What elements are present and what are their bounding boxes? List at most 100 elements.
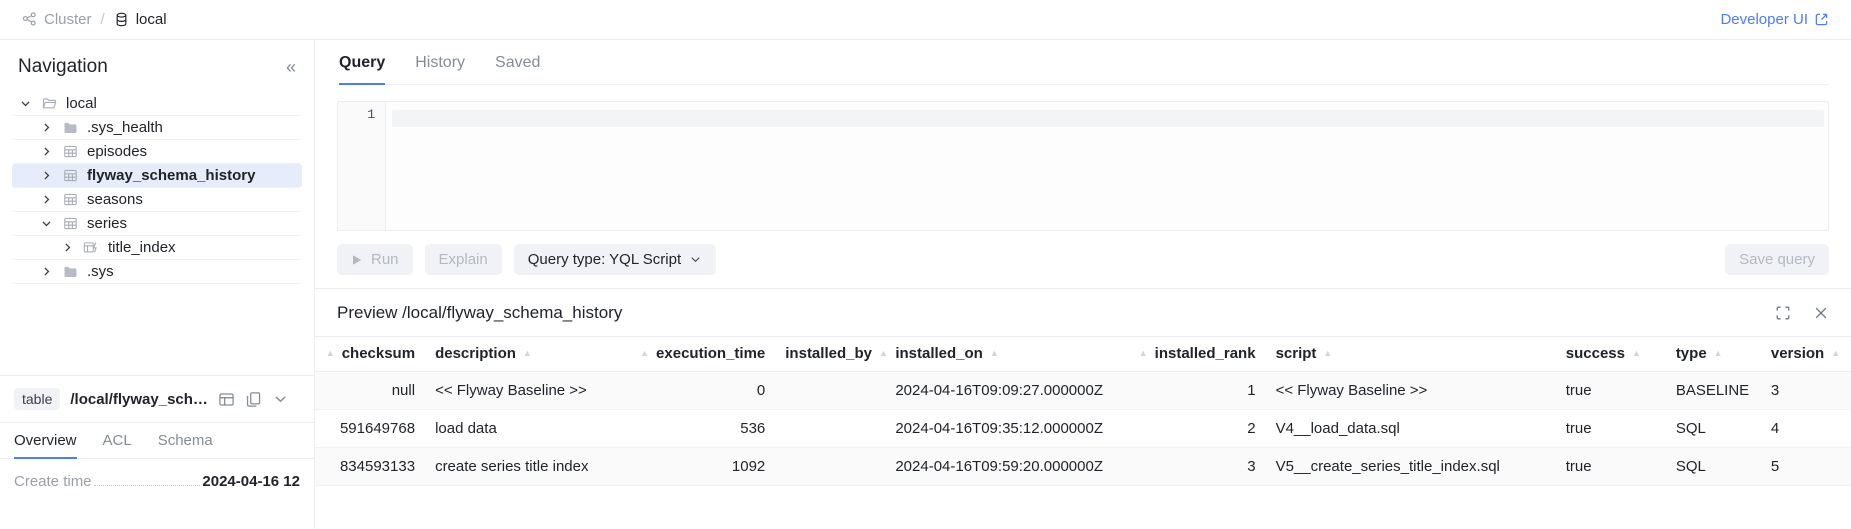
column-header-label: installed_on [895, 345, 983, 362]
chevron-right-icon[interactable] [39, 145, 53, 158]
column-header-execution-time[interactable]: ▲execution_time [615, 337, 775, 372]
table-row[interactable]: 591649768load data5362024-04-16T09:35:12… [315, 410, 1851, 448]
column-header-description[interactable]: description▲ [425, 337, 615, 372]
sort-indicator-icon[interactable]: ▲ [523, 349, 532, 358]
collapse-sidebar-button[interactable]: « [286, 58, 296, 76]
editor-line-number: 1 [367, 107, 375, 122]
column-header-label: script [1276, 345, 1317, 362]
folder-icon [62, 120, 78, 135]
table-row[interactable]: null<< Flyway Baseline >>02024-04-16T09:… [315, 372, 1851, 410]
explain-button[interactable]: Explain [425, 244, 502, 275]
tree-item-seasons[interactable]: seasons [12, 188, 302, 212]
tree-item-label: .sys_health [87, 119, 163, 136]
breadcrumb-item-database[interactable]: local [114, 11, 167, 28]
column-header-label: installed_rank [1155, 345, 1256, 362]
chevron-right-icon[interactable] [39, 121, 53, 134]
column-header-version[interactable]: version ▲ [1761, 337, 1851, 372]
cell-script: V5__create_series_title_index.sql [1266, 448, 1556, 486]
external-link-icon [1814, 12, 1829, 27]
info-field-value: 2024-04-16 12 [202, 473, 300, 490]
cell-success: true [1556, 410, 1666, 448]
navigation-title: Navigation [18, 56, 108, 78]
query-tab-history[interactable]: History [415, 40, 465, 85]
info-field-dots [94, 485, 201, 486]
sort-indicator-icon[interactable]: ▲ [1831, 349, 1840, 358]
query-tab-query[interactable]: Query [339, 40, 385, 85]
chevron-down-icon[interactable] [272, 391, 289, 408]
copy-path-icon[interactable] [245, 391, 262, 408]
column-header-script[interactable]: script ▲ [1266, 337, 1556, 372]
column-header-label: version [1771, 345, 1824, 362]
save-query-button[interactable]: Save query [1725, 244, 1829, 275]
table-row[interactable]: 834593133create series title index109220… [315, 448, 1851, 486]
object-info-body: Create time2024-04-16 12 [0, 459, 314, 529]
sort-indicator-icon[interactable]: ▲ [1323, 349, 1332, 358]
tree-item-label: seasons [87, 191, 143, 208]
tree-item-dot-sys[interactable]: .sys [12, 260, 302, 284]
preview-table-wrap[interactable]: ▲checksumdescription▲▲execution_timeinst… [315, 336, 1851, 529]
run-button[interactable]: Run [337, 244, 413, 275]
chevron-right-icon[interactable] [39, 193, 53, 206]
tree-item-local[interactable]: local [12, 92, 302, 116]
breadcrumb-label-cluster: Cluster [44, 11, 92, 28]
sort-indicator-icon[interactable]: ▲ [1714, 349, 1723, 358]
cell-execution-time: 1092 [615, 448, 775, 486]
breadcrumb-item-cluster[interactable]: Cluster [22, 11, 92, 28]
tree-item-label: flyway_schema_history [87, 167, 255, 184]
preview-header: Preview /local/flyway_schema_history [315, 289, 1851, 336]
developer-ui-label: Developer UI [1720, 11, 1808, 28]
sort-indicator-icon[interactable]: ▲ [1139, 349, 1148, 358]
object-info-header: table /local/flyway_sch… [0, 376, 314, 423]
editor-gutter: 1 [338, 102, 386, 230]
cell-installed-on: 2024-04-16T09:59:20.000000Z [885, 448, 1135, 486]
column-header-installed-by[interactable]: installed_by▲ [775, 337, 885, 372]
sort-indicator-icon[interactable]: ▲ [326, 349, 335, 358]
cell-description: load data [425, 410, 615, 448]
chevron-right-icon[interactable] [39, 169, 53, 182]
preview-table: ▲checksumdescription▲▲execution_timeinst… [315, 336, 1851, 486]
column-header-installed-rank[interactable]: ▲ installed_rank [1135, 337, 1265, 372]
table-icon [62, 216, 78, 231]
tree-item-episodes[interactable]: episodes [12, 140, 302, 164]
close-icon[interactable] [1813, 305, 1829, 321]
cell-success: true [1556, 372, 1666, 410]
cell-type: SQL [1666, 410, 1761, 448]
info-tab-overview[interactable]: Overview [14, 423, 77, 459]
column-header-installed-on[interactable]: installed_on ▲ [885, 337, 1135, 372]
explain-label: Explain [439, 251, 488, 268]
query-editor[interactable]: 1 [337, 101, 1829, 231]
cell-installed-rank: 2 [1135, 410, 1265, 448]
table-icon [62, 144, 78, 159]
chevron-right-icon[interactable] [39, 265, 53, 278]
column-header-type[interactable]: type▲ [1666, 337, 1761, 372]
chevron-down-icon[interactable] [18, 97, 32, 110]
query-type-select[interactable]: Query type: YQL Script [514, 244, 716, 275]
cell-checksum: null [315, 372, 425, 410]
query-tab-saved[interactable]: Saved [495, 40, 540, 85]
open-table-icon[interactable] [218, 391, 235, 408]
developer-ui-link[interactable]: Developer UI [1720, 11, 1829, 28]
cell-version: 4 [1761, 410, 1851, 448]
object-path-label: /local/flyway_sch… [70, 391, 208, 408]
chevron-right-icon[interactable] [60, 241, 74, 254]
sort-indicator-icon[interactable]: ▲ [990, 349, 999, 358]
sort-indicator-icon[interactable]: ▲ [1632, 349, 1641, 358]
tree-item-flyway-schema-history[interactable]: flyway_schema_history [12, 164, 302, 188]
column-header-success[interactable]: success▲ [1556, 337, 1666, 372]
info-tab-schema[interactable]: Schema [158, 423, 213, 459]
sort-indicator-icon[interactable]: ▲ [640, 349, 649, 358]
fullscreen-icon[interactable] [1775, 305, 1791, 321]
table-icon [62, 168, 78, 183]
info-tab-acl[interactable]: ACL [103, 423, 132, 459]
tree-item-title-index[interactable]: title_index [12, 236, 302, 260]
sort-indicator-icon[interactable]: ▲ [879, 349, 888, 358]
chevron-down-icon[interactable] [39, 217, 53, 230]
query-pane: Query History Saved 1 Run Explain [315, 40, 1851, 288]
query-type-label: Query type: YQL Script [528, 251, 681, 268]
cell-version: 3 [1761, 372, 1851, 410]
editor-active-line[interactable] [392, 110, 1824, 127]
column-header-checksum[interactable]: ▲checksum [315, 337, 425, 372]
tree-item-series[interactable]: series [12, 212, 302, 236]
tree-item-dot-sys-health[interactable]: .sys_health [12, 116, 302, 140]
object-info-tabs: Overview ACL Schema [0, 423, 314, 459]
